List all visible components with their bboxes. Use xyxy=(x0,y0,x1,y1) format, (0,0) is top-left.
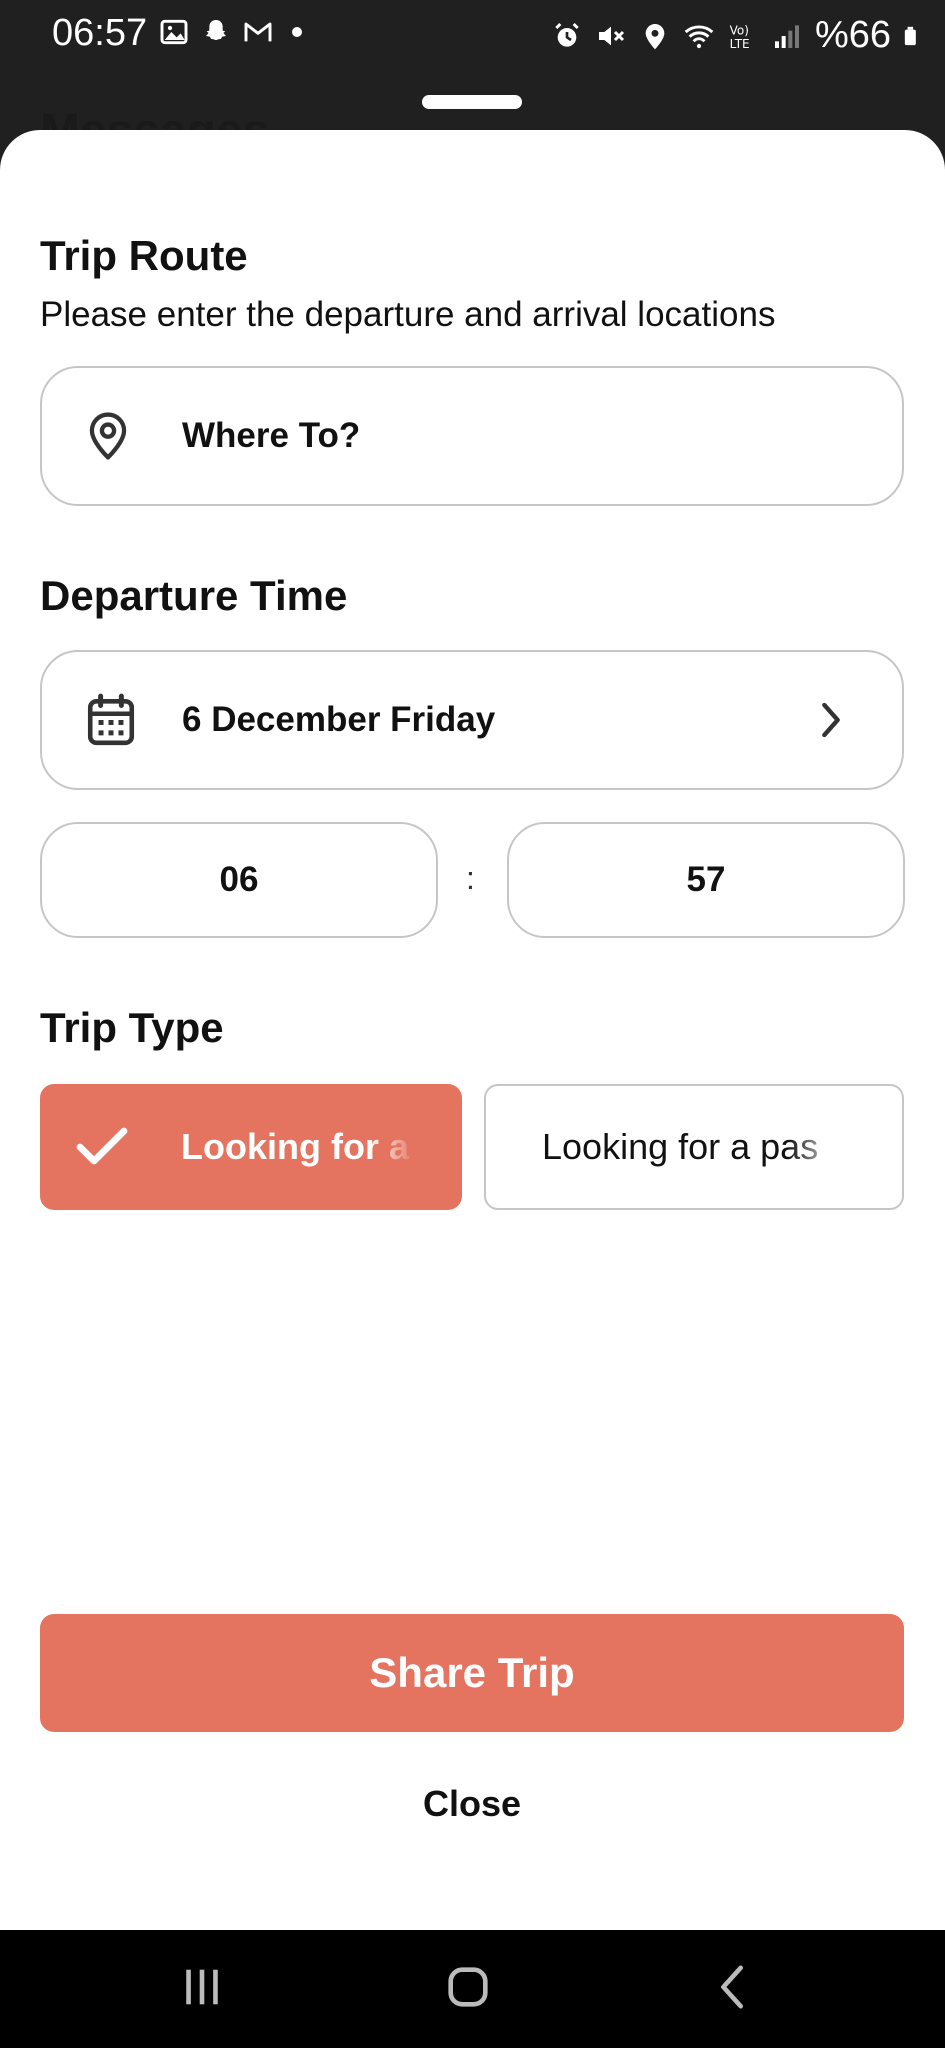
close-button[interactable]: Close xyxy=(322,1766,622,1842)
trip-bottom-sheet: Trip Route Please enter the departure an… xyxy=(0,130,945,1930)
wifi-icon xyxy=(684,24,714,48)
trip-type-option[interactable]: Looking for a pas xyxy=(484,1084,904,1210)
status-left-icons xyxy=(158,16,302,48)
hour-input[interactable]: 06 xyxy=(40,822,438,938)
battery-icon xyxy=(904,26,916,45)
trip-type-option-selected[interactable]: Looking for a xyxy=(40,1084,462,1210)
checkmark-icon xyxy=(76,1127,128,1165)
trip-route-subtitle: Please enter the departure and arrival l… xyxy=(40,295,776,334)
svg-text:Vo): Vo) xyxy=(730,23,749,37)
alarm-icon xyxy=(555,22,579,47)
back-icon[interactable] xyxy=(716,1962,750,2012)
chevron-right-icon xyxy=(822,702,840,738)
svg-text:LTE: LTE xyxy=(730,37,750,51)
status-right: Vo) LTE %66 xyxy=(551,14,925,57)
minute-input[interactable]: 57 xyxy=(507,822,905,938)
time-separator: : xyxy=(466,860,475,896)
notification-dot xyxy=(292,27,302,37)
status-time: 06:57 xyxy=(52,12,148,54)
volte-icon: Vo)LTE xyxy=(730,23,750,51)
location-icon xyxy=(645,23,665,49)
signal-icon xyxy=(774,24,799,48)
destination-input[interactable]: Where To? xyxy=(40,366,904,506)
status-bar: 06:57 Vo) LTE %66 xyxy=(0,0,945,72)
home-icon[interactable] xyxy=(446,1962,490,2012)
date-picker[interactable]: 6 December Friday xyxy=(40,650,904,790)
share-trip-button[interactable]: Share Trip xyxy=(40,1614,904,1732)
trip-type-label: Looking for a pas xyxy=(542,1126,819,1167)
snapchat-icon xyxy=(206,20,226,40)
calendar-icon xyxy=(87,693,135,746)
gmail-icon xyxy=(244,22,272,42)
trip-type-title: Trip Type xyxy=(40,1004,224,1051)
recent-apps-icon[interactable] xyxy=(180,1962,224,2012)
mute-icon xyxy=(598,26,624,45)
trip-type-label: Looking for a xyxy=(181,1126,409,1167)
image-icon xyxy=(160,19,188,45)
departure-time-title: Departure Time xyxy=(40,572,348,619)
battery-percentage: %66 xyxy=(814,14,891,56)
destination-placeholder: Where To? xyxy=(182,416,361,455)
sheet-drag-handle[interactable] xyxy=(422,95,522,109)
navigation-bar xyxy=(0,1930,945,2048)
location-pin-icon xyxy=(89,412,127,460)
date-value: 6 December Friday xyxy=(182,700,496,739)
trip-route-title: Trip Route xyxy=(40,232,248,279)
